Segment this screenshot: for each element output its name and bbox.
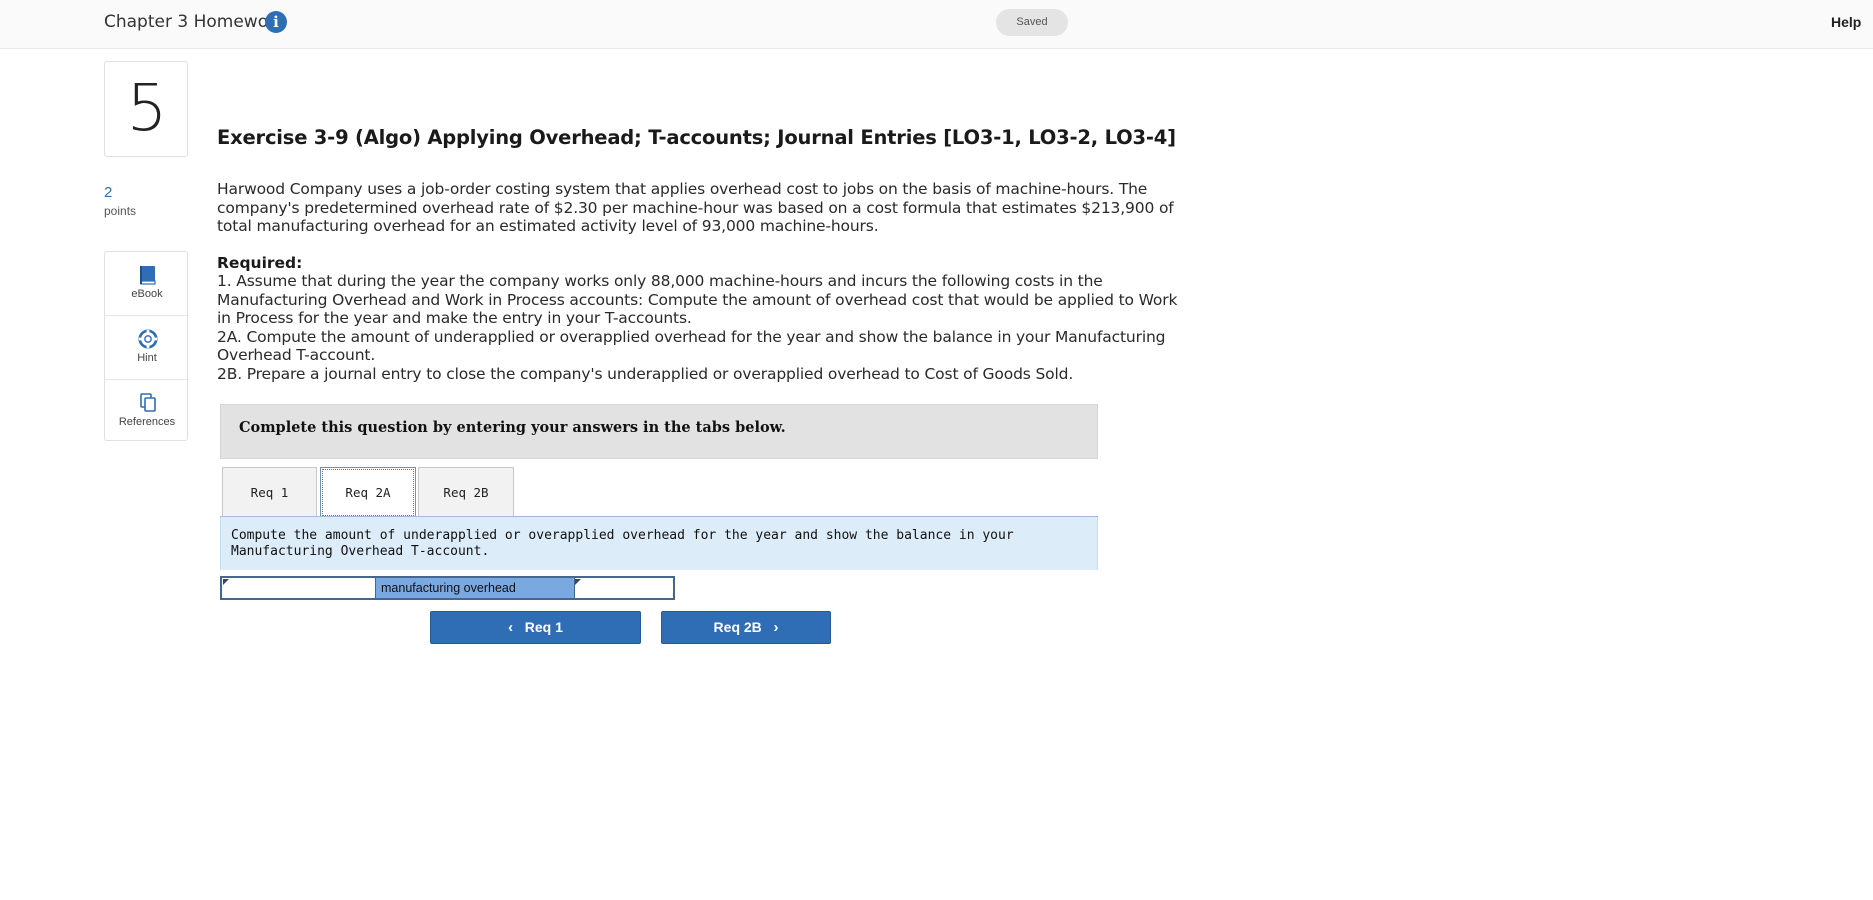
t-account-title: manufacturing overhead [376,578,574,598]
question-number: 5 [126,72,168,146]
t-account-left-input[interactable] [222,578,376,598]
chevron-right-icon: › [773,619,779,636]
prev-req-button[interactable]: ‹ Req 1 [430,611,641,644]
required-item-1: 1. Assume that during the year the compa… [217,272,1178,327]
t-account-header: manufacturing overhead [220,576,675,600]
chevron-left-icon: ‹ [508,619,514,636]
prev-req-label: Req 1 [524,619,563,635]
hint-label: Hint [137,352,157,364]
question-tools: eBook Hint References [104,251,189,442]
question-number-box: 5 [104,61,188,157]
lifebuoy-icon [138,329,158,349]
task-text: Compute the amount of underapplied or ov… [231,528,1014,559]
tab-req-2a[interactable]: Req 2A [320,467,416,518]
help-link[interactable]: Help [1831,14,1861,30]
points-label: points [104,204,137,218]
tab-req-1[interactable]: Req 1 [222,467,317,517]
references-label: References [118,416,176,428]
assignment-title: Chapter 3 Homework [104,12,285,32]
ebook-label: eBook [131,288,163,300]
copy-pages-icon [140,393,156,412]
references-button[interactable]: References [105,379,189,442]
exercise-intro: Harwood Company uses a job-order costing… [217,180,1174,235]
t-account-right-input[interactable] [574,578,673,598]
instruction-banner: Complete this question by entering your … [220,404,1098,459]
task-panel: Compute the amount of underapplied or ov… [220,517,1098,570]
next-req-label: Req 2B [713,619,762,635]
input-corner-marker [223,579,229,585]
book-icon [140,266,156,285]
ebook-button[interactable]: eBook [105,252,189,315]
required-item-2b: 2B. Prepare a journal entry to close the… [217,364,1074,383]
exercise-title: Exercise 3-9 (Algo) Applying Overhead; T… [217,126,1176,149]
instruction-text: Complete this question by entering your … [239,419,786,436]
top-bar: Chapter 3 Homework i Saved Help [0,0,1873,49]
next-req-button[interactable]: Req 2B › [661,611,831,644]
required-list: 1. Assume that during the year the compa… [217,272,1187,383]
input-corner-marker [575,579,581,585]
info-icon[interactable]: i [265,11,287,33]
required-heading: Required: [217,254,303,272]
hint-button[interactable]: Hint [105,315,189,378]
saved-status-badge: Saved [996,9,1068,36]
tab-req-2b[interactable]: Req 2B [418,467,514,517]
points-value: 2 [104,184,113,201]
required-item-2a: 2A. Compute the amount of underapplied o… [217,327,1166,365]
